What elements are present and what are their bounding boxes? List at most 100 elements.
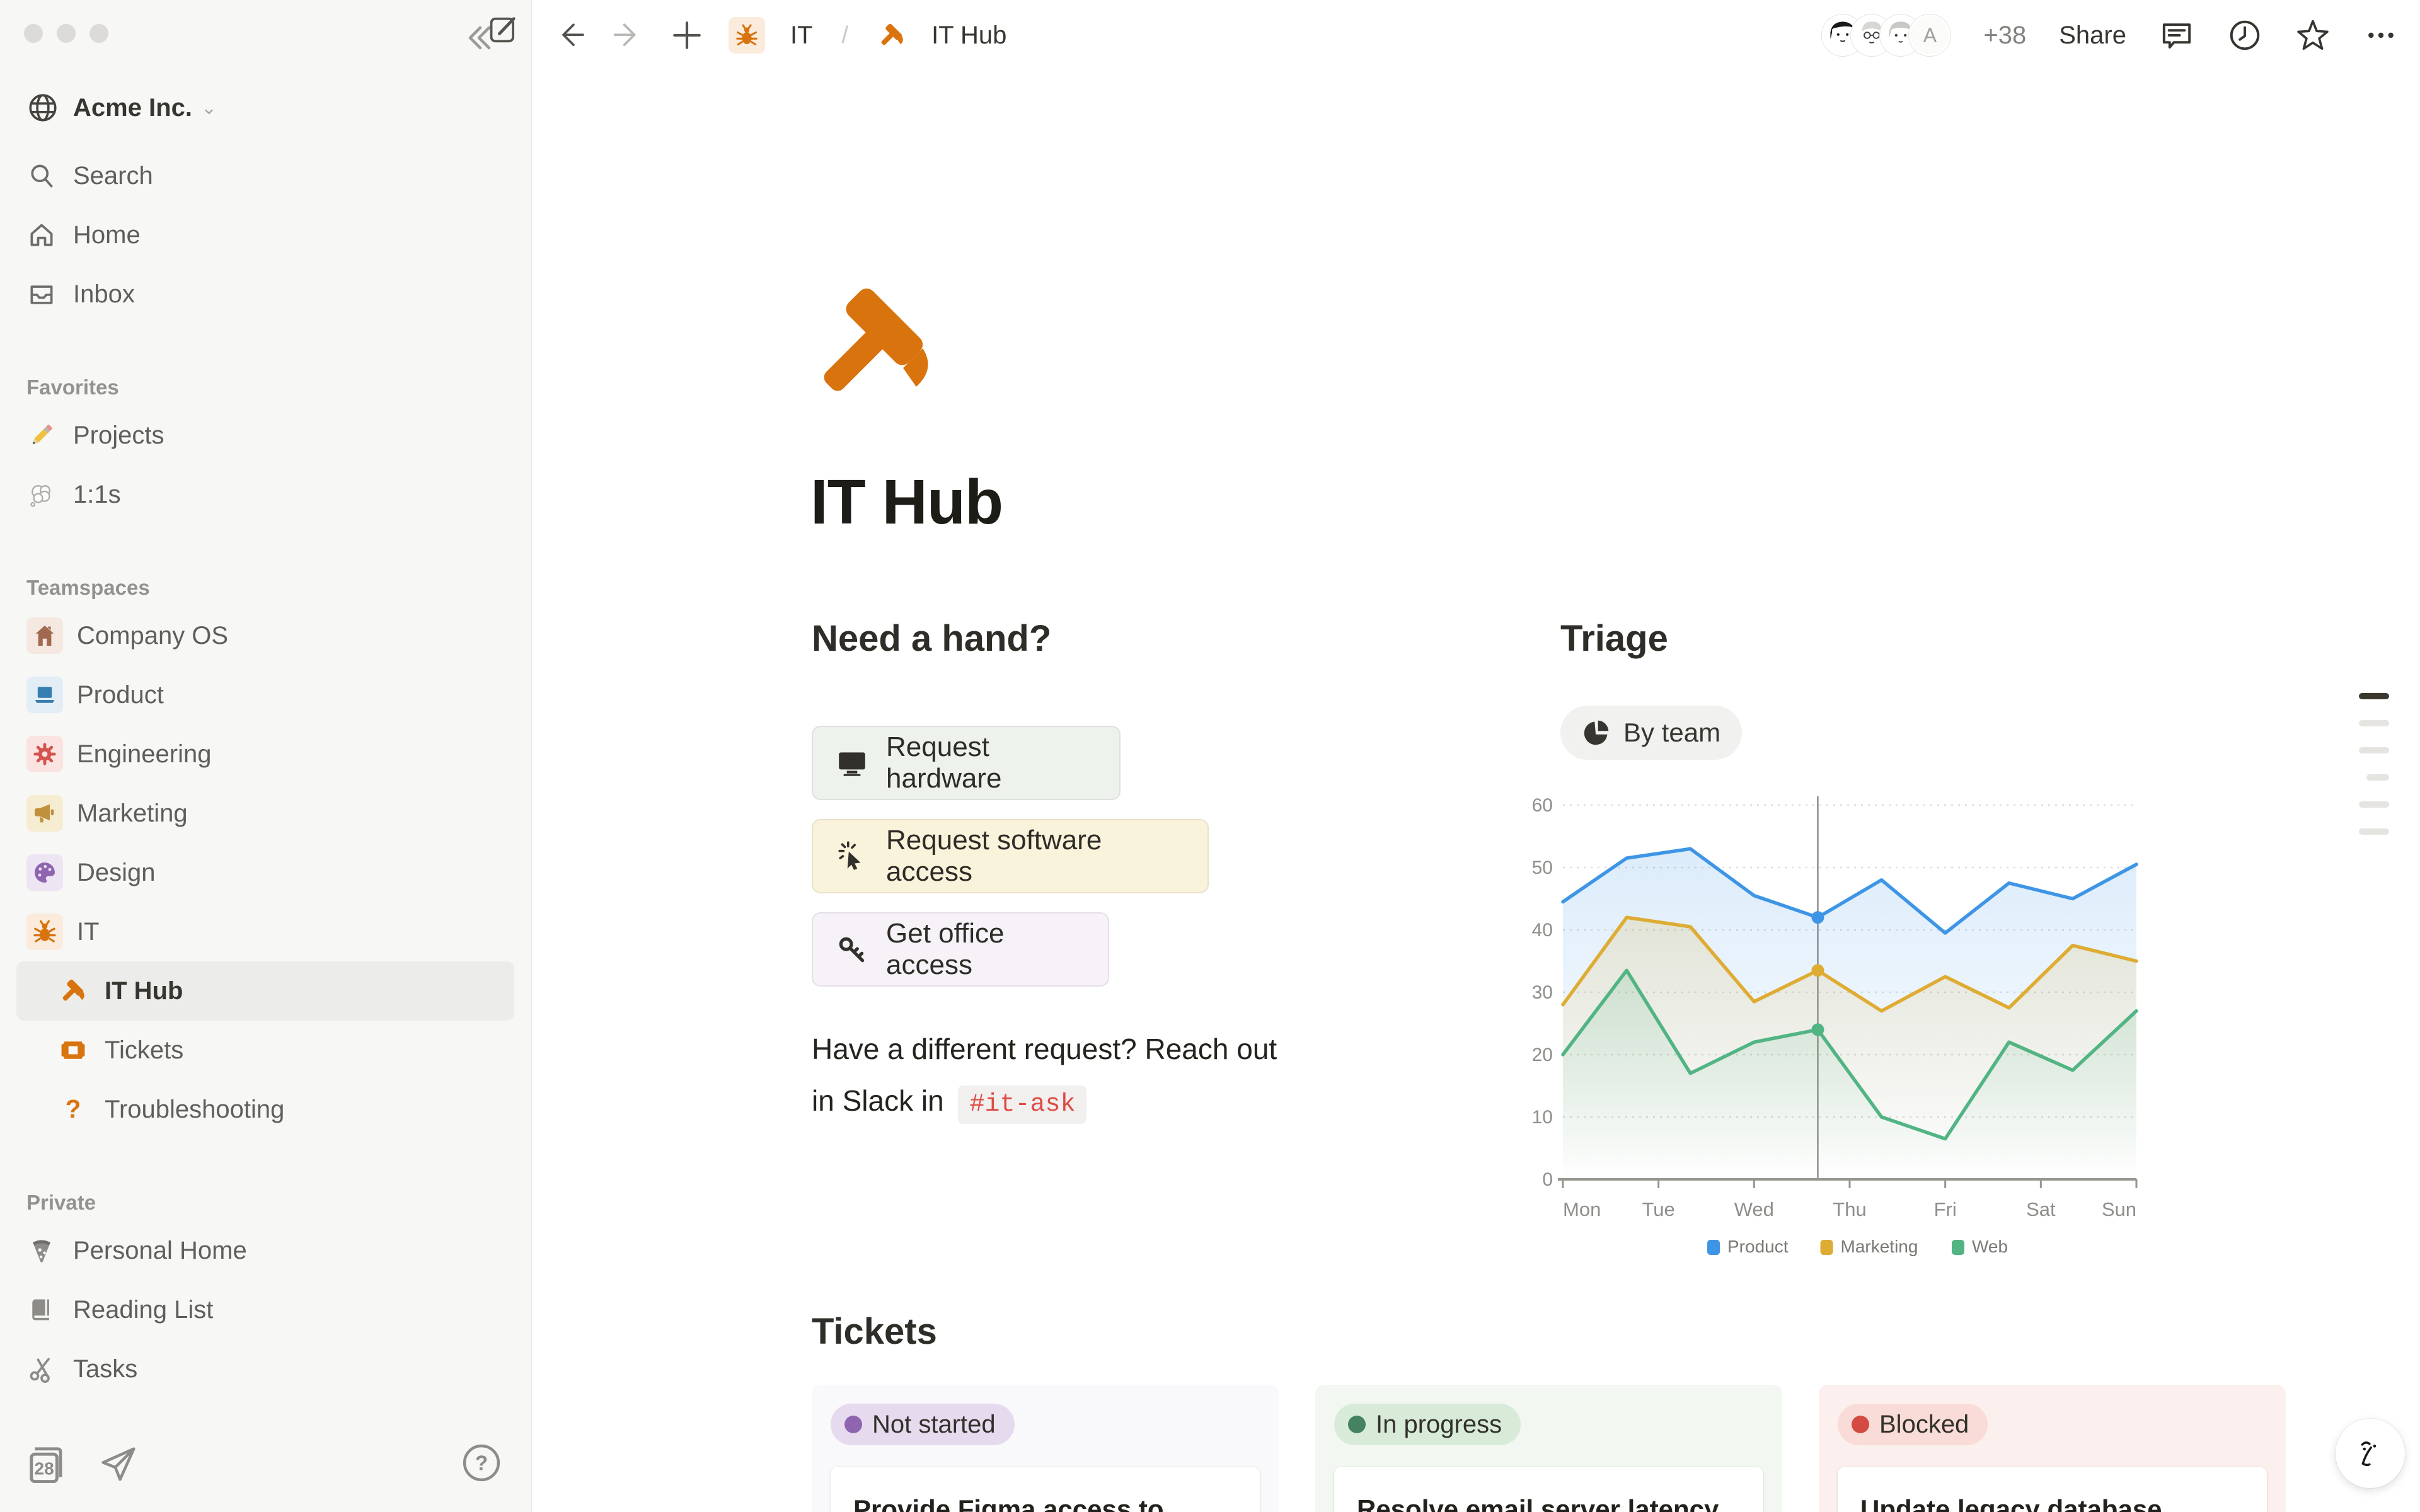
breadcrumb-teamspace[interactable]: IT [790,21,813,50]
window-minimize-button[interactable] [57,24,76,43]
comments-icon[interactable] [2159,18,2194,53]
sidebar-item-product[interactable]: Product [16,665,514,724]
status-badge[interactable]: Blocked [1838,1404,1988,1445]
svg-text:Web: Web [1972,1237,2008,1256]
svg-text:60: 60 [1532,795,1553,816]
window-close-button[interactable] [24,24,43,43]
section-label-favorites[interactable]: Favorites [16,364,514,399]
sidebar-item-1-1s[interactable]: 1:1s [16,465,514,524]
svg-text:50: 50 [1532,857,1553,878]
svg-text:?: ? [66,1095,81,1123]
palette-icon [26,854,63,891]
new-page-icon[interactable] [487,13,521,47]
sidebar-item-label: Troubleshooting [105,1096,284,1124]
slack-note: Have a different request? Reach out in S… [812,1023,1379,1131]
plus-icon[interactable] [671,19,703,52]
svg-text:20: 20 [1532,1045,1553,1065]
pizza-icon [26,1235,57,1266]
paper-plane-icon[interactable] [98,1444,139,1484]
share-button[interactable]: Share [2059,21,2126,50]
more-options-icon[interactable] [2363,18,2399,53]
sidebar-item-troubleshooting[interactable]: ? Troubleshooting [16,1080,514,1139]
megaphone-icon [26,795,63,832]
page-icon-hammer[interactable] [808,278,940,411]
section-label-teamspaces[interactable]: Teamspaces [16,564,514,600]
laptop-icon [26,677,63,713]
avatar-letter: A [1909,14,1950,56]
sidebar-item-home[interactable]: Home [16,205,514,265]
notion-ai-button[interactable] [2336,1419,2405,1488]
slack-channel-code[interactable]: #it-ask [958,1085,1086,1124]
sidebar-item-design[interactable]: Design [16,843,514,902]
status-badge[interactable]: In progress [1334,1404,1521,1445]
back-arrow-icon[interactable] [555,19,587,52]
help-icon[interactable]: ? [461,1443,502,1483]
sidebar-item-reading-list[interactable]: Reading List [16,1280,514,1339]
svg-text:30: 30 [1532,982,1553,1003]
svg-text:Marketing: Marketing [1841,1237,1918,1256]
calendar-icon[interactable]: 28 [25,1443,69,1487]
avatar-stack[interactable]: A [1822,14,1950,56]
breadcrumb-page-icon[interactable] [877,21,906,50]
forward-arrow-icon[interactable] [613,19,645,52]
workspace-switcher[interactable]: Acme Inc. ⌄ [16,81,514,135]
sidebar-item-projects[interactable]: Projects [16,406,514,465]
request-hardware-button[interactable]: Request hardware [812,726,1121,800]
sidebar-item-search[interactable]: Search [16,146,514,205]
breadcrumb-separator: / [842,22,849,49]
breadcrumb-teamspace-icon[interactable] [729,17,765,54]
status-label: Blocked [1879,1411,1969,1439]
search-icon [26,161,57,191]
sidebar-item-tickets[interactable]: Tickets [16,1021,514,1080]
triage-heading[interactable]: Triage [1560,617,1668,660]
kanban-column-in-progress: In progress Resolve email server latency [1315,1385,1782,1512]
sidebar-item-label: Inbox [73,280,135,309]
window-zoom-button[interactable] [89,24,108,43]
ticket-card[interactable]: Provide Figma access to @Avery [831,1467,1260,1512]
scissors-icon [26,1354,57,1384]
status-dot [844,1416,862,1433]
note-line2: in Slack in [812,1084,944,1117]
svg-text:?: ? [475,1452,488,1475]
sidebar-item-it-hub[interactable]: IT Hub [16,961,514,1021]
sidebar-item-label: Reading List [73,1296,213,1324]
need-a-hand-heading[interactable]: Need a hand? [812,617,1051,660]
request-software-access-button[interactable]: Request software access [812,819,1209,893]
history-clock-icon[interactable] [2227,18,2262,53]
avatar-overflow-count[interactable]: +38 [1983,21,2026,50]
app-window: Acme Inc. ⌄ Search Home [0,0,2420,1512]
svg-text:40: 40 [1532,920,1553,941]
sidebar-item-tasks[interactable]: Tasks [16,1339,514,1399]
by-team-filter[interactable]: By team [1560,706,1742,760]
tickets-heading[interactable]: Tickets [812,1310,937,1353]
sidebar-item-inbox[interactable]: Inbox [16,265,514,324]
svg-text:Wed: Wed [1734,1198,1774,1220]
house-icon [26,617,63,654]
ticket-card[interactable]: Resolve email server latency [1334,1467,1763,1512]
window-controls[interactable] [24,24,108,43]
triage-chart[interactable]: 0102030405060MonTueWedThuFriSatSunProduc… [1521,788,2177,1292]
kanban-column-not-started: Not started Provide Figma access to @Ave… [812,1385,1279,1512]
cursor-click-icon [836,840,868,873]
sidebar-item-it[interactable]: IT [16,902,514,961]
svg-text:Sun: Sun [2102,1198,2136,1220]
sidebar-item-personal-home[interactable]: Personal Home [16,1221,514,1280]
topbar: IT / IT Hub A +38 Share [532,0,2420,71]
status-badge[interactable]: Not started [831,1404,1015,1445]
ticket-card[interactable]: Update legacy database [1838,1467,2267,1512]
svg-text:Mon: Mon [1563,1198,1601,1220]
table-of-contents-indicator[interactable] [2359,693,2389,856]
get-office-access-button[interactable]: Get office access [812,912,1109,987]
section-label-private[interactable]: Private [16,1179,514,1215]
breadcrumb-page[interactable]: IT Hub [931,21,1006,50]
svg-text:Thu: Thu [1833,1198,1866,1220]
sidebar-item-engineering[interactable]: Engineering [16,724,514,784]
sidebar-item-company-os[interactable]: Company OS [16,606,514,665]
chevron-down-icon: ⌄ [201,97,217,119]
favorite-star-icon[interactable] [2295,18,2331,53]
inbox-icon [26,279,57,309]
svg-text:0: 0 [1542,1169,1553,1190]
page-title[interactable]: IT Hub [810,466,1003,539]
card-title: Resolve email server latency [1357,1494,1719,1512]
sidebar-item-marketing[interactable]: Marketing [16,784,514,843]
